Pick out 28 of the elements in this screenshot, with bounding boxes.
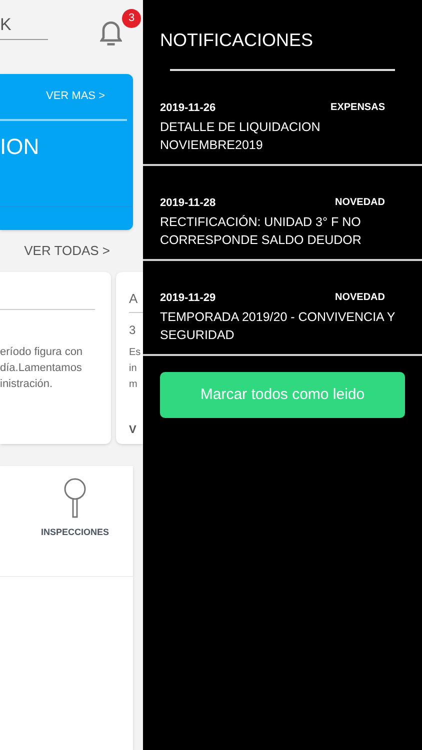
drawer-title: NOTIFICACIONES <box>159 29 314 51</box>
banner-title: ION <box>0 133 40 161</box>
card-text: inistración. <box>0 377 54 392</box>
notification-date: 2019-11-29 <box>160 291 216 306</box>
notification-item[interactable]: 2019-11-28 NOVEDAD RECTIFICACIÓN: UNIDAD 3° F NO CORRESPONDE SALDO DEUDOR <box>143 166 422 261</box>
notification-title: DETALLE DE LIQUIDACION NOVIEMBRE2019 <box>160 118 322 154</box>
see-all-link[interactable]: VER TODAS > <box>24 241 110 261</box>
card-text: eríodo figura con <box>0 345 84 360</box>
notification-badge: 3 <box>122 9 141 28</box>
card-text: in <box>129 362 138 376</box>
menu-label[interactable]: INSPECCIONES <box>40 526 109 540</box>
notification-title: TEMPORADA 2019/20 - CONVIVENCIA Y SEGURIDAD <box>160 308 396 344</box>
notification-type: NOVEDAD <box>334 291 385 305</box>
card-text: m <box>129 378 138 392</box>
notification-type: NOVEDAD <box>334 196 385 210</box>
notification-title: RECTIFICACIÓN: UNIDAD 3° F NO CORRESPONDE SALDO DEUDOR <box>160 214 362 248</box>
card-date: 3 <box>129 322 137 339</box>
card-link[interactable]: V <box>129 422 143 438</box>
card-title: A <box>129 290 139 308</box>
magnifier-icon[interactable] <box>63 478 87 519</box>
notification-item[interactable]: 2019-11-26 EXPENSAS DETALLE DE LIQUIDACION NOVIEMBRE2019 <box>143 71 422 166</box>
notification-date: 2019-11-26 <box>160 101 216 116</box>
card-text: día.Lamentamos <box>0 361 83 376</box>
notification-type: EXPENSAS <box>330 101 385 115</box>
notification-item[interactable]: 2019-11-29 NOVEDAD TEMPORADA 2019/20 - CONVIVENCIA Y SEGURIDAD <box>143 261 422 356</box>
card-text: Es <box>129 346 142 360</box>
search-field[interactable]: K <box>0 10 48 40</box>
notification-date: 2019-11-28 <box>160 196 216 211</box>
